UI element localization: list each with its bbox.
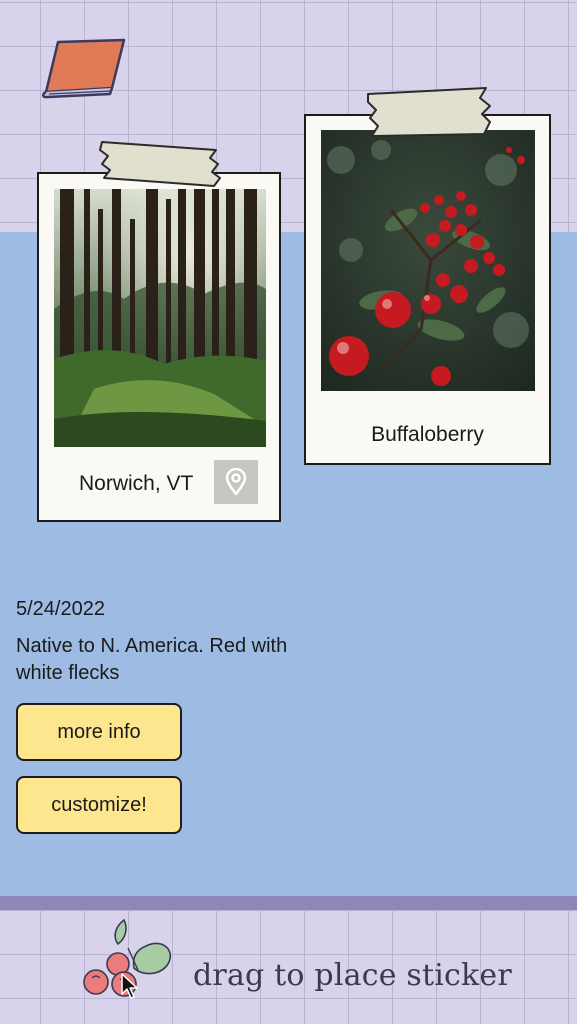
pointer-cursor-icon <box>121 973 138 999</box>
card-caption: Norwich, VT <box>79 472 194 495</box>
customize-button[interactable]: customize! <box>16 776 182 834</box>
tray-divider <box>0 896 577 910</box>
entry-description: Native to N. America. Red with white fle… <box>16 635 288 684</box>
forest-photo <box>54 189 266 447</box>
tape-decoration <box>367 87 491 137</box>
entry-date: 5/24/2022 <box>16 598 105 620</box>
book-icon[interactable] <box>40 36 130 100</box>
drag-sticker-hint: drag to place sticker <box>193 958 512 993</box>
polaroid-card-norwich[interactable]: Norwich, VT <box>37 172 281 522</box>
polaroid-card-buffaloberry[interactable]: Buffaloberry <box>304 114 551 465</box>
location-pin-button[interactable] <box>214 460 258 504</box>
location-pin-icon <box>225 468 247 496</box>
tape-decoration <box>99 141 221 187</box>
more-info-button[interactable]: more info <box>16 703 182 761</box>
card-caption: Buffaloberry <box>371 423 484 446</box>
red-berries-photo <box>321 130 535 391</box>
